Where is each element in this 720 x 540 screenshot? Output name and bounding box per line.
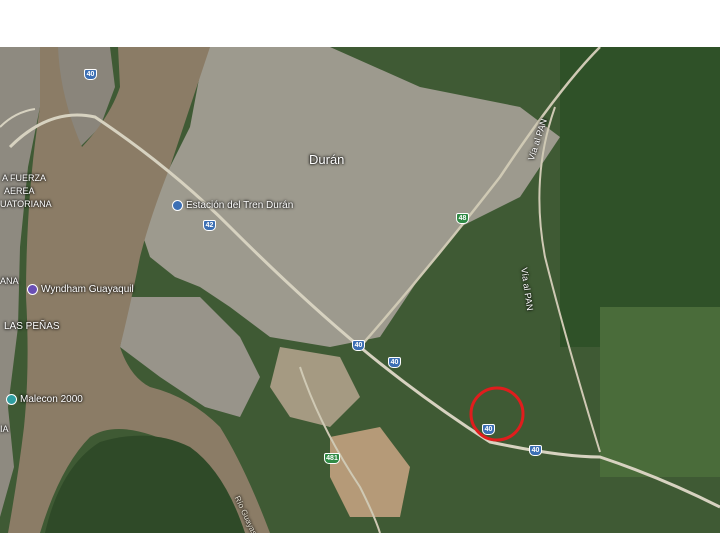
city-label-duran: Durán bbox=[309, 152, 345, 167]
bottom-blank-band bbox=[0, 533, 720, 540]
route-shield-48: 48 bbox=[456, 213, 469, 224]
attraction-icon bbox=[6, 394, 17, 405]
edge-label-left: ANA bbox=[0, 276, 19, 286]
poi-hotel[interactable]: Wyndham Guayaquil bbox=[27, 284, 134, 295]
poi-hotel-label: Wyndham Guayaquil bbox=[41, 283, 134, 295]
airforce-label-line-2: AEREA bbox=[4, 186, 35, 196]
neighborhood-label-las-penas: LAS PEÑAS bbox=[4, 321, 60, 332]
poi-train-station[interactable]: Estación del Tren Durán bbox=[172, 200, 293, 211]
route-shield-40: 40 bbox=[529, 445, 542, 456]
satellite-map[interactable]: Durán LAS PEÑAS A FUERZA AEREA UATORIANA… bbox=[0, 47, 720, 533]
poi-train-station-label: Estación del Tren Durán bbox=[186, 199, 294, 211]
route-shield-40: 40 bbox=[482, 424, 495, 435]
poi-malecon[interactable]: Malecon 2000 bbox=[6, 394, 83, 405]
wetland-area bbox=[600, 307, 720, 477]
airforce-label-line-1: A FUERZA bbox=[2, 173, 47, 183]
train-icon bbox=[172, 200, 183, 211]
route-shield-40: 40 bbox=[84, 69, 97, 80]
route-shield-40: 40 bbox=[388, 357, 401, 368]
route-shield-481: 481 bbox=[324, 453, 340, 464]
hotel-icon bbox=[27, 284, 38, 295]
airforce-label-line-3: UATORIANA bbox=[0, 199, 52, 209]
route-shield-42: 42 bbox=[203, 220, 216, 231]
poi-malecon-label: Malecon 2000 bbox=[20, 393, 83, 405]
dense-forest-area bbox=[560, 47, 720, 347]
route-shield-40: 40 bbox=[352, 340, 365, 351]
edge-label-bottom-left: IA bbox=[0, 424, 9, 434]
top-blank-band bbox=[0, 0, 720, 47]
